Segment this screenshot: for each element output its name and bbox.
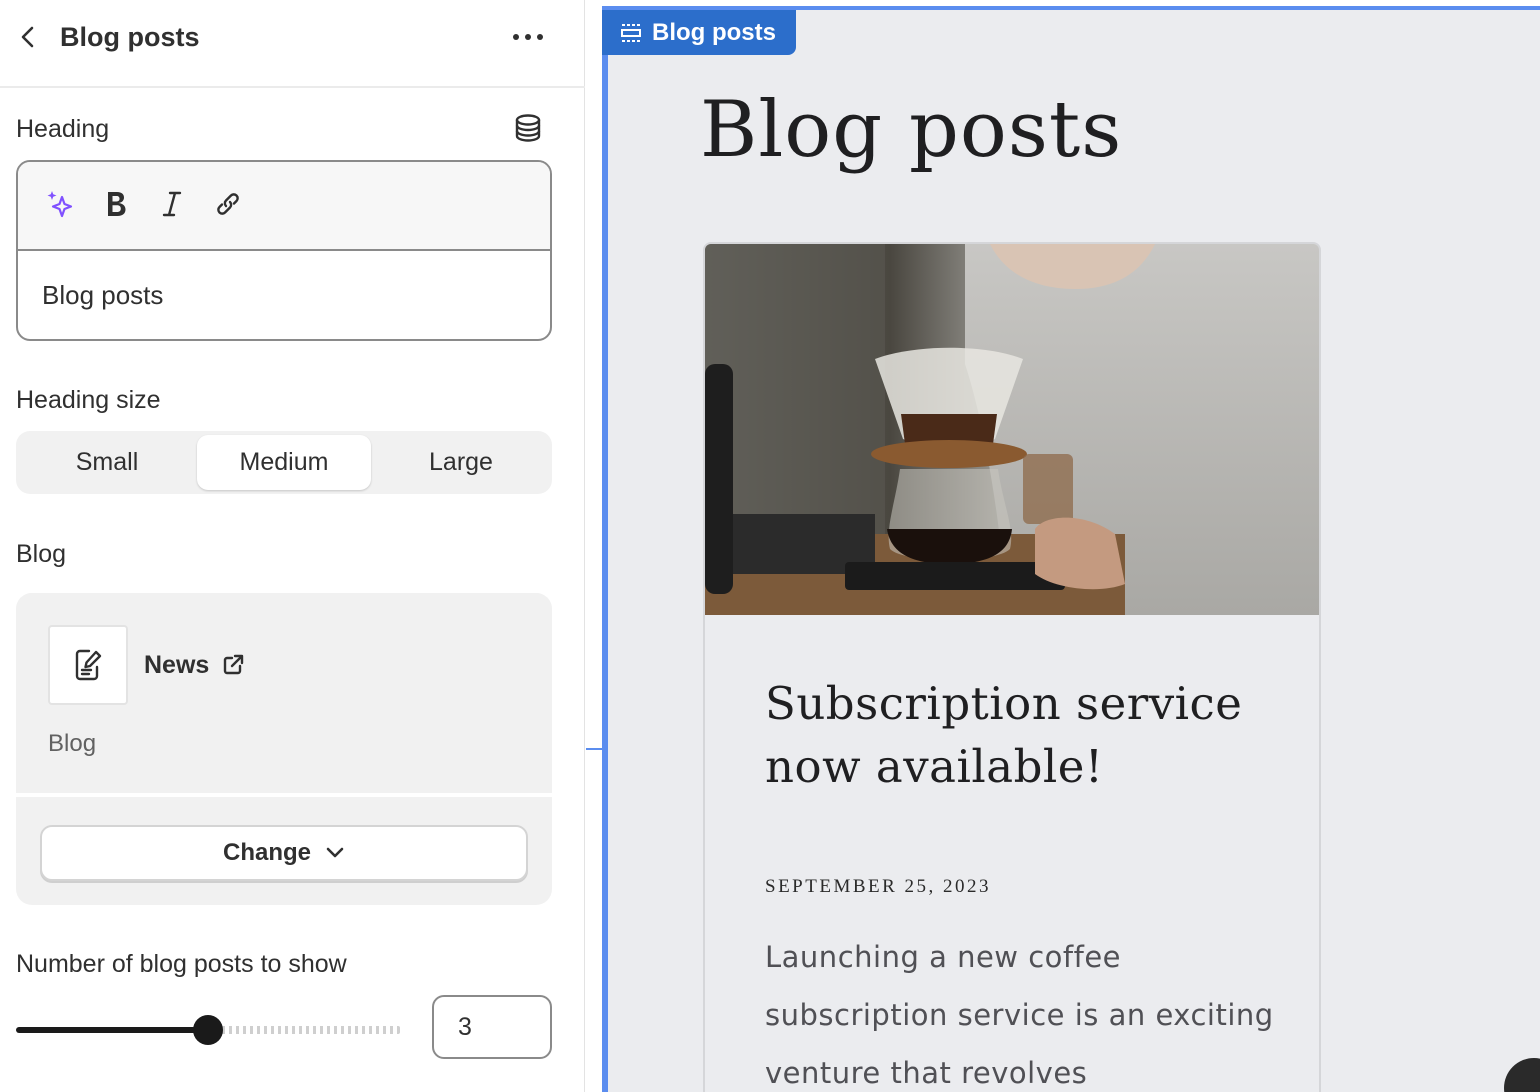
- post-count-label: Number of blog posts to show: [16, 950, 347, 978]
- blog-post-card[interactable]: Subscription service now available! SEPT…: [703, 242, 1321, 1092]
- database-icon: [515, 114, 541, 142]
- bold-icon: [108, 192, 126, 216]
- panel-header: Blog posts: [0, 0, 585, 88]
- insert-marker: [586, 748, 602, 750]
- blog-thumbnail: [48, 625, 128, 705]
- post-featured-image[interactable]: [705, 244, 1319, 615]
- selected-blog: News Blog: [16, 593, 552, 797]
- ellipsis-horizontal-icon: [513, 34, 543, 40]
- chevron-down-icon: [326, 847, 344, 858]
- panel-title: Blog posts: [60, 22, 200, 52]
- ai-generate-button[interactable]: [40, 184, 80, 224]
- slider-thumb[interactable]: [193, 1015, 223, 1045]
- sparkle-ai-icon: [47, 191, 73, 218]
- document-edit-icon: [75, 649, 102, 681]
- section-tag[interactable]: Blog posts: [602, 10, 796, 55]
- heading-size-small[interactable]: Small: [20, 435, 194, 490]
- more-actions-button[interactable]: [506, 20, 550, 54]
- change-blog-button[interactable]: Change: [40, 825, 528, 881]
- heading-rich-text-editor[interactable]: Blog posts: [16, 160, 552, 341]
- italic-button[interactable]: [152, 184, 192, 224]
- post-count-slider[interactable]: [16, 1012, 400, 1048]
- preview-heading: Blog posts: [700, 85, 1123, 175]
- post-title[interactable]: Subscription service now available!: [765, 672, 1285, 798]
- back-button[interactable]: [12, 20, 44, 54]
- post-date: SEPTEMBER 25, 2023: [765, 876, 992, 897]
- link-icon: [217, 193, 239, 215]
- italic-icon: [162, 191, 182, 217]
- slider-fill: [16, 1027, 208, 1033]
- heading-text-value[interactable]: Blog posts: [42, 278, 163, 312]
- heading-size-medium[interactable]: Medium: [197, 435, 371, 490]
- blog-label: Blog: [16, 540, 67, 568]
- post-excerpt: Launching a new coffee subscription serv…: [765, 940, 1274, 1090]
- section-layout-icon: [621, 24, 641, 42]
- dynamic-source-button[interactable]: [512, 112, 544, 144]
- blog-picker-card: News Blog Change: [16, 593, 552, 905]
- coffee-pour-over-image: [705, 244, 1319, 615]
- external-link-icon: [224, 654, 244, 675]
- section-tag-label: Blog posts: [652, 19, 776, 46]
- change-button-label: Change: [222, 839, 311, 866]
- blog-type: Blog: [48, 730, 97, 757]
- link-button[interactable]: [208, 184, 248, 224]
- rich-text-toolbar: [18, 162, 550, 251]
- heading-size-label: Heading size: [16, 386, 161, 414]
- chevron-left-icon: [21, 26, 34, 48]
- blog-name: News: [144, 651, 210, 679]
- heading-size-segmented-control: Small Medium Large: [16, 431, 552, 494]
- heading-label: Heading: [16, 115, 110, 143]
- heading-size-large[interactable]: Large: [374, 435, 548, 490]
- slider-track: [208, 1026, 400, 1034]
- settings-panel: Blog posts Heading Blog posts Heading si…: [0, 0, 585, 1092]
- bold-button[interactable]: [96, 184, 136, 224]
- post-count-input[interactable]: 3: [432, 995, 552, 1059]
- blog-name-link[interactable]: News: [144, 649, 245, 681]
